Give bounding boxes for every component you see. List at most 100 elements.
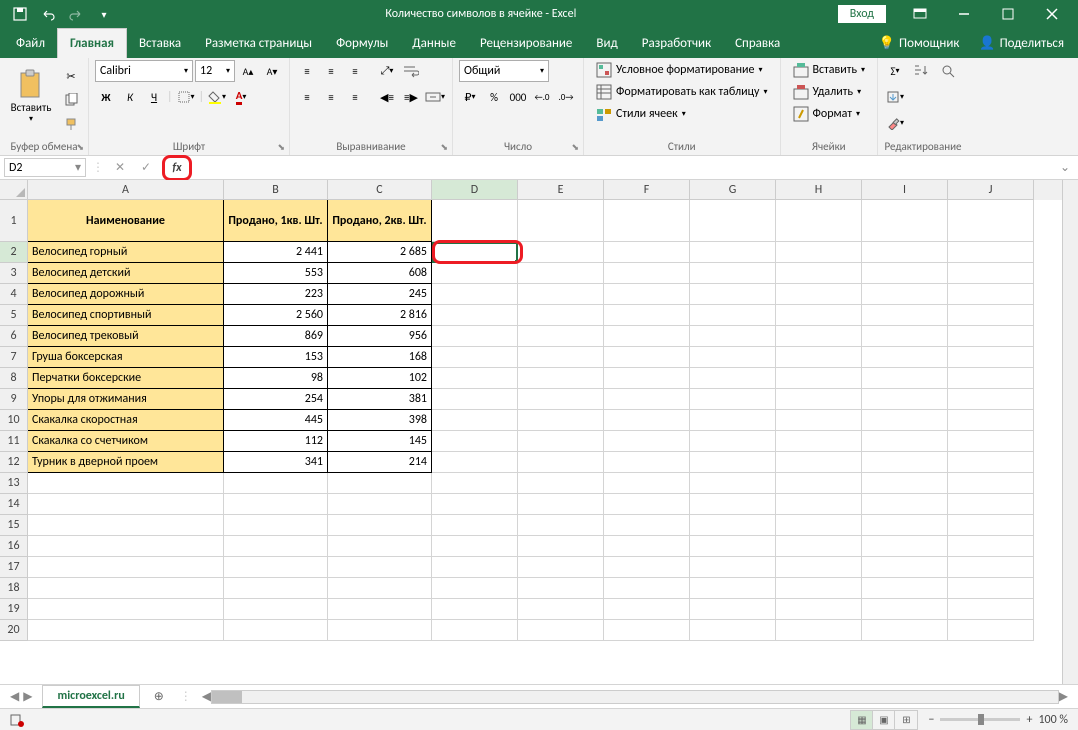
- cell-B9[interactable]: 254: [224, 389, 328, 410]
- cell-G5[interactable]: [690, 305, 776, 326]
- cell-D20[interactable]: [432, 620, 518, 641]
- column-header-D[interactable]: D: [432, 180, 518, 200]
- cell-C5[interactable]: 2 816: [328, 305, 432, 326]
- cell-D2[interactable]: [432, 242, 518, 263]
- save-icon[interactable]: [12, 6, 28, 22]
- find-select-icon[interactable]: [936, 60, 962, 82]
- font-name-combo[interactable]: Calibri▾: [95, 60, 193, 82]
- cell-J20[interactable]: [948, 620, 1034, 641]
- cell-F19[interactable]: [604, 599, 690, 620]
- cell-C20[interactable]: [328, 620, 432, 641]
- cell-H10[interactable]: [776, 410, 862, 431]
- align-left-icon[interactable]: ≡: [296, 86, 318, 108]
- cell-F20[interactable]: [604, 620, 690, 641]
- cell-G4[interactable]: [690, 284, 776, 305]
- cell-H12[interactable]: [776, 452, 862, 473]
- row-header[interactable]: 5: [0, 305, 28, 326]
- cell-A3[interactable]: Велосипед детский: [28, 263, 224, 284]
- cell-G2[interactable]: [690, 242, 776, 263]
- cell-D11[interactable]: [432, 431, 518, 452]
- tab-review[interactable]: Рецензирование: [468, 29, 584, 58]
- cell-E12[interactable]: [518, 452, 604, 473]
- cell-J2[interactable]: [948, 242, 1034, 263]
- zoom-in-button[interactable]: +: [1026, 713, 1032, 727]
- row-header[interactable]: 6: [0, 326, 28, 347]
- cell-A7[interactable]: Груша боксерская: [28, 347, 224, 368]
- cell-F18[interactable]: [604, 578, 690, 599]
- tab-view[interactable]: Вид: [584, 29, 629, 58]
- delete-cells-button[interactable]: Удалить▾: [787, 82, 872, 102]
- cell-F11[interactable]: [604, 431, 690, 452]
- close-icon[interactable]: [1032, 0, 1072, 28]
- cell-A18[interactable]: [28, 578, 224, 599]
- cell-C1[interactable]: Продано, 2кв. Шт.: [328, 200, 432, 242]
- tab-developer[interactable]: Разработчик: [630, 29, 723, 58]
- cell-G19[interactable]: [690, 599, 776, 620]
- cell-E9[interactable]: [518, 389, 604, 410]
- cell-J9[interactable]: [948, 389, 1034, 410]
- cell-E6[interactable]: [518, 326, 604, 347]
- cell-J19[interactable]: [948, 599, 1034, 620]
- align-center-icon[interactable]: ≡: [320, 86, 342, 108]
- italic-button[interactable]: К: [119, 86, 141, 108]
- row-header[interactable]: 3: [0, 263, 28, 284]
- cell-B15[interactable]: [224, 515, 328, 536]
- cell-G7[interactable]: [690, 347, 776, 368]
- cell-H5[interactable]: [776, 305, 862, 326]
- cell-F9[interactable]: [604, 389, 690, 410]
- cell-C10[interactable]: 398: [328, 410, 432, 431]
- cell-I2[interactable]: [862, 242, 948, 263]
- cell-E3[interactable]: [518, 263, 604, 284]
- cell-E5[interactable]: [518, 305, 604, 326]
- increase-font-icon[interactable]: A▴: [237, 60, 259, 82]
- copy-icon[interactable]: [60, 89, 82, 111]
- alignment-launcher-icon[interactable]: ⬊: [440, 142, 448, 153]
- cell-G10[interactable]: [690, 410, 776, 431]
- cell-I3[interactable]: [862, 263, 948, 284]
- cell-G6[interactable]: [690, 326, 776, 347]
- cell-I1[interactable]: [862, 200, 948, 242]
- cell-J5[interactable]: [948, 305, 1034, 326]
- column-header-B[interactable]: B: [224, 180, 328, 200]
- cell-B13[interactable]: [224, 473, 328, 494]
- cell-G8[interactable]: [690, 368, 776, 389]
- hscroll-right-icon[interactable]: ▶: [1059, 689, 1068, 704]
- borders-icon[interactable]: ▾: [175, 86, 197, 108]
- cell-B5[interactable]: 2 560: [224, 305, 328, 326]
- cell-J14[interactable]: [948, 494, 1034, 515]
- row-header[interactable]: 16: [0, 536, 28, 557]
- cell-J10[interactable]: [948, 410, 1034, 431]
- tell-me[interactable]: 💡Помощник: [869, 29, 970, 58]
- cell-D17[interactable]: [432, 557, 518, 578]
- row-header[interactable]: 14: [0, 494, 28, 515]
- align-middle-icon[interactable]: ≡: [320, 60, 342, 82]
- cell-H8[interactable]: [776, 368, 862, 389]
- zoom-slider[interactable]: [940, 718, 1020, 721]
- decrease-font-icon[interactable]: A▾: [261, 60, 283, 82]
- align-right-icon[interactable]: ≡: [344, 86, 366, 108]
- cell-I10[interactable]: [862, 410, 948, 431]
- row-header[interactable]: 12: [0, 452, 28, 473]
- redo-icon[interactable]: [68, 6, 84, 22]
- cell-B11[interactable]: 112: [224, 431, 328, 452]
- qat-customize-icon[interactable]: ▾: [96, 6, 112, 22]
- cell-B8[interactable]: 98: [224, 368, 328, 389]
- cell-F7[interactable]: [604, 347, 690, 368]
- tab-file[interactable]: Файл: [4, 29, 57, 58]
- cell-J7[interactable]: [948, 347, 1034, 368]
- cell-E11[interactable]: [518, 431, 604, 452]
- cell-H4[interactable]: [776, 284, 862, 305]
- cell-F4[interactable]: [604, 284, 690, 305]
- row-header[interactable]: 13: [0, 473, 28, 494]
- cell-J13[interactable]: [948, 473, 1034, 494]
- row-header[interactable]: 17: [0, 557, 28, 578]
- cell-C14[interactable]: [328, 494, 432, 515]
- row-header[interactable]: 11: [0, 431, 28, 452]
- column-header-J[interactable]: J: [948, 180, 1034, 200]
- cell-J11[interactable]: [948, 431, 1034, 452]
- cell-G15[interactable]: [690, 515, 776, 536]
- cell-F12[interactable]: [604, 452, 690, 473]
- align-bottom-icon[interactable]: ≡: [344, 60, 366, 82]
- cell-A19[interactable]: [28, 599, 224, 620]
- share-button[interactable]: 👤Поделиться: [969, 29, 1074, 58]
